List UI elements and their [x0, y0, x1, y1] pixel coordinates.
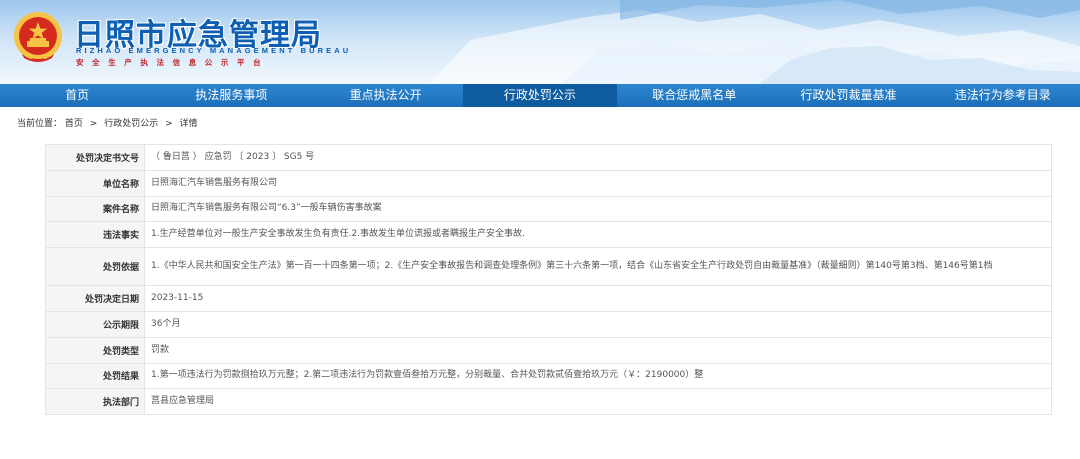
nav-item-blacklist[interactable]: 联合惩戒黑名单: [617, 84, 771, 107]
table-row: 处罚决定书文号 （ 鲁日莒 ） 应急罚 〔 2023 〕 SG5 号: [45, 144, 1052, 171]
breadcrumb-separator: >: [89, 119, 98, 129]
row-value-company-name: 日照海汇汽车销售服务有限公司: [144, 169, 1052, 197]
row-value-legal-basis: 1.《中华人民共和国安全生产法》第一百一十四条第一项；2.《生产安全事故报告和调…: [144, 247, 1052, 287]
header-banner: 日照市应急管理局 RIZHAO EMERGENCY MANAGEMENT BUR…: [0, 0, 1080, 84]
row-value-decision-date: 2023-11-15: [144, 285, 1052, 312]
row-value-publicity-period: 36个月: [144, 310, 1052, 338]
row-label-decision-number: 处罚决定书文号: [45, 144, 145, 171]
row-value-case-name: 日照海汇汽车销售服务有限公司“6.3”一般车辆伤害事故案: [144, 195, 1052, 223]
row-value-decision-number: （ 鲁日莒 ） 应急罚 〔 2023 〕 SG5 号: [144, 144, 1052, 171]
table-row: 处罚结果 1.第一项违法行为罚款捌拾玖万元整；2.第二项违法行为罚款壹佰叁拾万元…: [45, 362, 1052, 390]
breadcrumb-link-penalties[interactable]: 行政处罚公示: [104, 119, 158, 129]
table-row: 处罚类型 罚款: [45, 336, 1052, 364]
main-navigation: 首页 执法服务事项 重点执法公开 行政处罚公示 联合惩戒黑名单 行政处罚裁量基准…: [0, 84, 1080, 107]
penalty-detail-table: 处罚决定书文号 （ 鲁日莒 ） 应急罚 〔 2023 〕 SG5 号 单位名称 …: [45, 144, 1052, 416]
table-row: 处罚决定日期 2023-11-15: [45, 285, 1052, 312]
breadcrumb-current: 详情: [179, 119, 198, 129]
table-row: 违法事实 1.生产经营单位对一般生产安全事故发生负有责任.2.事故发生单位谎报或…: [45, 221, 1052, 249]
row-label-decision-date: 处罚决定日期: [45, 285, 145, 312]
row-label-case-name: 案件名称: [45, 195, 145, 223]
row-label-enforcement-department: 执法部门: [45, 388, 145, 416]
table-row: 案件名称 日照海汇汽车销售服务有限公司“6.3”一般车辆伤害事故案: [45, 195, 1052, 223]
row-label-penalty-type: 处罚类型: [45, 336, 145, 364]
nav-item-violation-catalog[interactable]: 违法行为参考目录: [926, 84, 1080, 107]
breadcrumb: 当前位置： 首页 > 行政处罚公示 > 详情: [17, 116, 198, 129]
row-label-penalty-result: 处罚结果: [45, 362, 145, 390]
breadcrumb-separator: >: [165, 119, 173, 129]
row-value-enforcement-department: 莒县应急管理局: [144, 388, 1052, 416]
nav-item-administrative-penalties[interactable]: 行政处罚公示: [462, 84, 618, 107]
table-row: 单位名称 日照海汇汽车销售服务有限公司: [45, 169, 1052, 197]
row-label-violation-facts: 违法事实: [45, 221, 145, 249]
row-value-violation-facts: 1.生产经营单位对一般生产安全事故发生负有责任.2.事故发生单位谎报或者瞒报生产…: [144, 221, 1052, 249]
nav-item-key-enforcement[interactable]: 重点执法公开: [309, 84, 463, 107]
site-title-english: RIZHAO EMERGENCY MANAGEMENT BUREAU: [76, 46, 352, 55]
nav-item-home[interactable]: 首页: [0, 84, 154, 107]
breadcrumb-link-home[interactable]: 首页: [65, 119, 83, 129]
row-label-publicity-period: 公示期限: [45, 310, 145, 338]
row-value-penalty-type: 罚款: [144, 336, 1052, 364]
nav-item-penalty-discretion-standards[interactable]: 行政处罚裁量基准: [771, 84, 925, 107]
table-row: 执法部门 莒县应急管理局: [45, 388, 1052, 416]
table-row: 处罚依据 1.《中华人民共和国安全生产法》第一百一十四条第一项；2.《生产安全事…: [45, 247, 1052, 287]
site-subtitle: 安全生产执法信息公示平台: [76, 58, 270, 67]
breadcrumb-prefix: 当前位置：: [17, 119, 63, 129]
table-row: 公示期限 36个月: [45, 310, 1052, 338]
national-emblem-icon: [14, 12, 62, 62]
row-value-penalty-result: 1.第一项违法行为罚款捌拾玖万元整；2.第二项违法行为罚款壹佰叁拾万元整，分别裁…: [144, 362, 1052, 390]
row-label-legal-basis: 处罚依据: [45, 247, 145, 287]
nav-item-law-enforcement-services[interactable]: 执法服务事项: [154, 84, 308, 107]
row-label-company-name: 单位名称: [45, 169, 145, 197]
